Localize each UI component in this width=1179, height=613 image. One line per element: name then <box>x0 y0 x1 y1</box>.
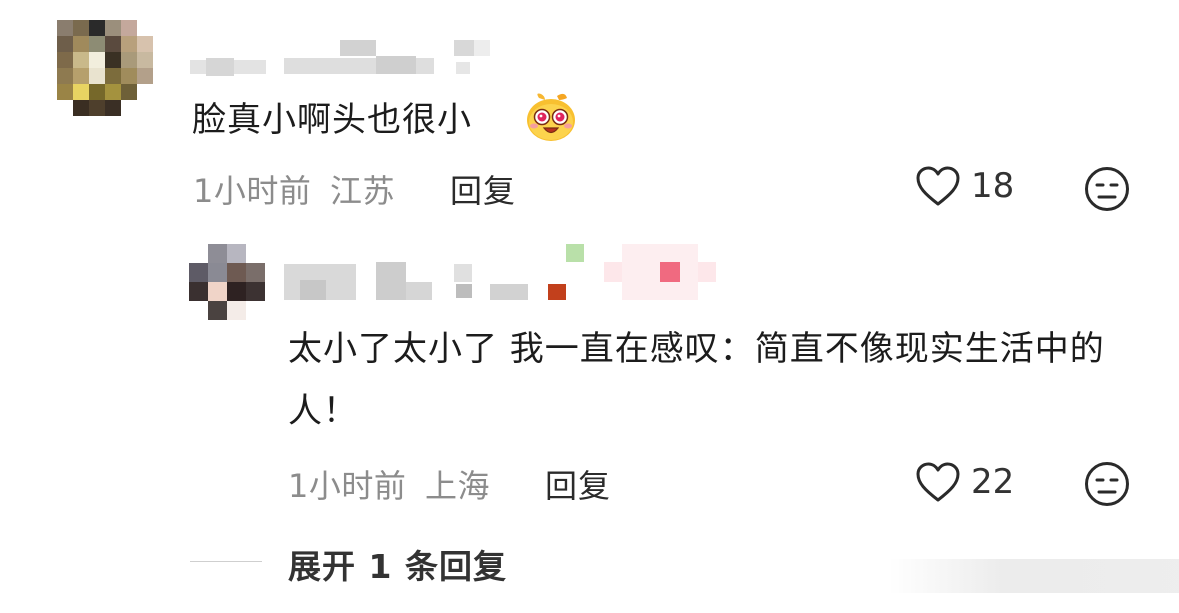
avatar-pixel <box>208 282 227 301</box>
avatar-pixel <box>89 52 105 68</box>
avatar-pixel <box>208 263 227 282</box>
avatar-pixel <box>57 20 73 36</box>
comment-text-content: 脸真小啊头也很小 <box>192 100 472 140</box>
avatar-pixel <box>189 282 208 301</box>
comment-location: 江苏 <box>330 172 396 210</box>
reply-text: 太小了太小了 我一直在感叹：简直不像现实生活中的人！ <box>288 329 1105 431</box>
reply-avatar[interactable] <box>189 244 265 320</box>
heart-outline-icon <box>915 461 961 503</box>
avatar-pixel <box>246 282 265 301</box>
avatar-pixel <box>137 68 153 84</box>
avatar-pixel <box>89 84 105 100</box>
avatar-pixel <box>89 68 105 84</box>
like-button[interactable]: 18 <box>915 165 1014 207</box>
avatar-pixel <box>105 36 121 52</box>
avatar-pixel <box>137 100 153 116</box>
avatar-pixel <box>121 52 137 68</box>
avatar-pixel <box>89 20 105 36</box>
comment-text: 脸真小啊头也很小 <box>192 92 472 148</box>
avatar-pixel <box>57 52 73 68</box>
avatar-pixel <box>208 301 227 320</box>
comment-time: 1小时前 <box>193 172 312 210</box>
expand-replies-button[interactable]: 展开 1 条回复 <box>288 540 507 588</box>
avatar-pixel <box>121 36 137 52</box>
avatar[interactable] <box>57 20 153 132</box>
heart-outline-icon <box>915 165 961 207</box>
avatar-pixel <box>57 100 73 116</box>
avatar-pixel <box>189 244 208 263</box>
avatar-pixel <box>57 84 73 100</box>
reply-button[interactable]: 回复 <box>450 166 516 212</box>
avatar-pixel <box>227 282 246 301</box>
reply-meta: 1小时前 上海 <box>288 461 490 507</box>
avatar-pixel <box>121 84 137 100</box>
avatar-pixel <box>105 20 121 36</box>
reply-reply-button[interactable]: 回复 <box>545 461 611 507</box>
avatar-pixel <box>137 20 153 36</box>
meh-face-icon[interactable] <box>1084 461 1130 511</box>
avatar-pixel <box>73 68 89 84</box>
avatar-pixel <box>246 263 265 282</box>
reply-like-button[interactable]: 22 <box>915 461 1014 503</box>
reply-location: 上海 <box>425 467 491 505</box>
avatar-pixel <box>105 100 121 116</box>
avatar-pixel <box>105 68 121 84</box>
comment-meta: 1小时前 江苏 <box>193 166 395 212</box>
avatar-pixel <box>73 20 89 36</box>
avatar-pixel <box>189 301 208 320</box>
avatar-pixel <box>227 263 246 282</box>
avatar-pixel <box>246 301 265 320</box>
avatar-pixel <box>137 52 153 68</box>
avatar-pixel <box>189 263 208 282</box>
like-count: 18 <box>971 166 1015 206</box>
avatar-pixel <box>121 68 137 84</box>
avatar-pixel <box>121 100 137 116</box>
face-with-star-eyes-icon <box>525 92 577 144</box>
avatar-pixel <box>73 36 89 52</box>
avatar-pixel <box>89 100 105 116</box>
avatar-pixel <box>105 52 121 68</box>
watermark <box>889 559 1179 593</box>
expand-divider <box>190 561 262 562</box>
avatar-pixel <box>227 301 246 320</box>
avatar-pixel <box>57 68 73 84</box>
avatar-pixel <box>73 84 89 100</box>
avatar-pixel <box>121 20 137 36</box>
avatar-pixel <box>73 52 89 68</box>
avatar-pixel <box>105 84 121 100</box>
avatar-pixel <box>137 36 153 52</box>
avatar-pixel <box>137 84 153 100</box>
reply-time: 1小时前 <box>288 467 407 505</box>
avatar-pixel <box>73 100 89 116</box>
avatar-pixel <box>89 36 105 52</box>
reply-like-count: 22 <box>971 462 1015 502</box>
avatar-pixel <box>57 36 73 52</box>
avatar-pixel <box>227 244 246 263</box>
avatar-pixel <box>246 244 265 263</box>
avatar-pixel <box>208 244 227 263</box>
meh-face-icon[interactable] <box>1084 166 1130 216</box>
